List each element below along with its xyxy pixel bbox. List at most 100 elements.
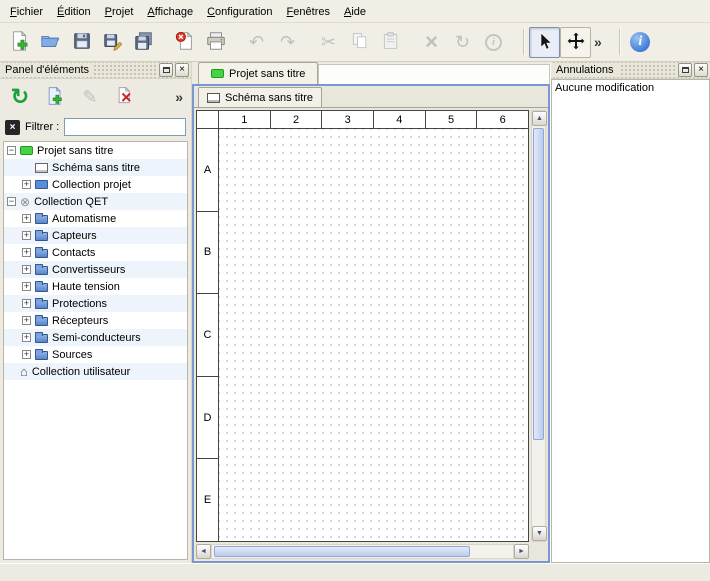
tree-item[interactable]: +Récepteurs bbox=[4, 312, 187, 329]
close-icon: × bbox=[179, 65, 185, 75]
home-icon: ⌂ bbox=[20, 365, 28, 378]
tree-item[interactable]: +Haute tension bbox=[4, 278, 187, 295]
expand-icon[interactable]: + bbox=[22, 299, 31, 308]
collapse-icon[interactable]: − bbox=[7, 197, 16, 206]
tree-item[interactable]: Schéma sans titre bbox=[4, 159, 187, 176]
tab-schema[interactable]: Schéma sans titre bbox=[198, 87, 322, 107]
tree-item-label: Collection QET bbox=[34, 196, 108, 208]
open-document-button[interactable] bbox=[35, 27, 66, 58]
menu-item-fichier[interactable]: Fichier bbox=[3, 2, 50, 21]
elements-panel-float-button[interactable] bbox=[159, 63, 173, 77]
tree-item[interactable]: +Semi-conducteurs bbox=[4, 329, 187, 346]
copy-icon bbox=[350, 31, 370, 54]
folder-icon bbox=[35, 351, 48, 360]
menu-item-fenetres[interactable]: Fenêtres bbox=[280, 2, 337, 21]
scroll-left-button[interactable]: ◄ bbox=[196, 544, 211, 559]
undo-dock-titlebar[interactable]: Annulations × bbox=[551, 62, 710, 79]
tree-item-label: Collection utilisateur bbox=[32, 366, 130, 378]
undo-button[interactable]: ↶ bbox=[241, 27, 272, 58]
horizontal-scroll-thumb[interactable] bbox=[214, 546, 470, 557]
elements-panel-close-button[interactable]: × bbox=[175, 63, 189, 77]
expand-icon[interactable]: + bbox=[22, 180, 31, 189]
expand-icon[interactable]: + bbox=[22, 248, 31, 257]
status-bar bbox=[0, 563, 710, 581]
vertical-scroll-track[interactable] bbox=[532, 126, 545, 526]
filter-input[interactable] bbox=[64, 118, 186, 136]
print-button[interactable] bbox=[200, 27, 231, 58]
expand-icon[interactable]: + bbox=[22, 316, 31, 325]
tree-item[interactable]: +Contacts bbox=[4, 244, 187, 261]
vertical-scrollbar[interactable]: ▲ ▼ bbox=[531, 110, 546, 542]
menu-item-projet[interactable]: Projet bbox=[98, 2, 141, 21]
elements-panel-titlebar[interactable]: Panel d'éléments × bbox=[0, 62, 191, 79]
about-button[interactable]: i bbox=[625, 27, 656, 58]
paste-button[interactable] bbox=[375, 27, 406, 58]
horizontal-scrollbar[interactable]: ◄ ► bbox=[196, 544, 546, 559]
clear-filter-icon[interactable]: × bbox=[5, 120, 20, 135]
move-mode-button[interactable] bbox=[560, 27, 591, 58]
delete-button[interactable]: × bbox=[416, 27, 447, 58]
save-as-button[interactable] bbox=[97, 27, 128, 58]
undo-dock-title: Annulations bbox=[551, 64, 619, 76]
new-document-button[interactable] bbox=[4, 27, 35, 58]
expand-icon[interactable]: + bbox=[22, 265, 31, 274]
expand-icon[interactable]: + bbox=[22, 231, 31, 240]
redo-button[interactable]: ↷ bbox=[272, 27, 303, 58]
undo-empty-text: Aucune modification bbox=[555, 82, 654, 94]
element-info-button[interactable]: i bbox=[478, 27, 509, 58]
tree-item[interactable]: + Sources bbox=[4, 346, 187, 363]
expand-icon[interactable]: + bbox=[22, 350, 31, 359]
collapse-icon[interactable]: − bbox=[7, 146, 16, 155]
undo-dock-close-button[interactable]: × bbox=[694, 63, 708, 77]
menu-item-aide[interactable]: Aide bbox=[337, 2, 373, 21]
schema-icon bbox=[207, 93, 220, 103]
menu-item-edition[interactable]: Édition bbox=[50, 2, 98, 21]
expand-icon[interactable]: + bbox=[22, 282, 31, 291]
elements-toolbar-overflow-chevron[interactable]: » bbox=[172, 89, 186, 105]
reload-collections-button[interactable]: ↻ bbox=[5, 82, 35, 112]
scroll-right-button[interactable]: ► bbox=[514, 544, 529, 559]
tabbar-empty-area bbox=[318, 64, 550, 84]
schema-grid-frame: 123456 ABCDE bbox=[196, 110, 529, 542]
tree-item[interactable]: +Automatisme bbox=[4, 210, 187, 227]
close-document-icon bbox=[174, 30, 196, 55]
tree-item[interactable]: +Collection projet bbox=[4, 176, 187, 193]
tree-item[interactable]: −Projet sans titre bbox=[4, 142, 187, 159]
menu-item-configuration[interactable]: Configuration bbox=[200, 2, 279, 21]
tab-project[interactable]: Projet sans titre bbox=[198, 62, 318, 84]
tree-item-label: Convertisseurs bbox=[52, 264, 125, 276]
close-document-button[interactable] bbox=[169, 27, 200, 58]
cut-button[interactable]: ✂ bbox=[313, 27, 344, 58]
elements-panel-dock: Panel d'éléments × ↻ ✎ » × Filtrer : −Pr… bbox=[0, 62, 192, 563]
new-element-icon bbox=[45, 86, 65, 109]
tree-item[interactable]: +Protections bbox=[4, 295, 187, 312]
copy-button[interactable] bbox=[344, 27, 375, 58]
expand-icon[interactable]: + bbox=[22, 214, 31, 223]
edit-element-button[interactable]: ✎ bbox=[75, 82, 105, 112]
tree-item-label: Sources bbox=[52, 349, 92, 361]
tree-item[interactable]: −⊗Collection QET bbox=[4, 193, 187, 210]
rotate-button[interactable]: ↻ bbox=[447, 27, 478, 58]
toolbar-overflow-chevron[interactable]: » bbox=[591, 34, 605, 50]
horizontal-scroll-track[interactable] bbox=[211, 544, 514, 559]
undo-dock-float-button[interactable] bbox=[678, 63, 692, 77]
schema-canvas[interactable] bbox=[219, 129, 528, 541]
tree-item[interactable]: + Capteurs bbox=[4, 227, 187, 244]
tree-item[interactable]: ⌂ Collection utilisateur bbox=[4, 363, 187, 380]
scroll-up-button[interactable]: ▲ bbox=[532, 111, 547, 126]
folder-icon bbox=[35, 249, 48, 258]
tree-item[interactable]: + Convertisseurs bbox=[4, 261, 187, 278]
element-info-icon: i bbox=[485, 34, 502, 51]
save-all-button[interactable] bbox=[128, 27, 159, 58]
select-mode-button[interactable] bbox=[529, 27, 560, 58]
menu-item-affichage[interactable]: Affichage bbox=[140, 2, 200, 21]
vertical-scroll-thumb[interactable] bbox=[533, 128, 544, 440]
scroll-down-button[interactable]: ▼ bbox=[532, 526, 547, 541]
delete-element-button[interactable] bbox=[110, 82, 140, 112]
undo-list[interactable]: Aucune modification bbox=[551, 79, 710, 563]
expand-icon[interactable]: + bbox=[22, 333, 31, 342]
tree-item-label: Capteurs bbox=[52, 230, 97, 242]
save-button[interactable] bbox=[66, 27, 97, 58]
new-element-button[interactable] bbox=[40, 82, 70, 112]
ruler-top: 123456 bbox=[197, 111, 528, 129]
